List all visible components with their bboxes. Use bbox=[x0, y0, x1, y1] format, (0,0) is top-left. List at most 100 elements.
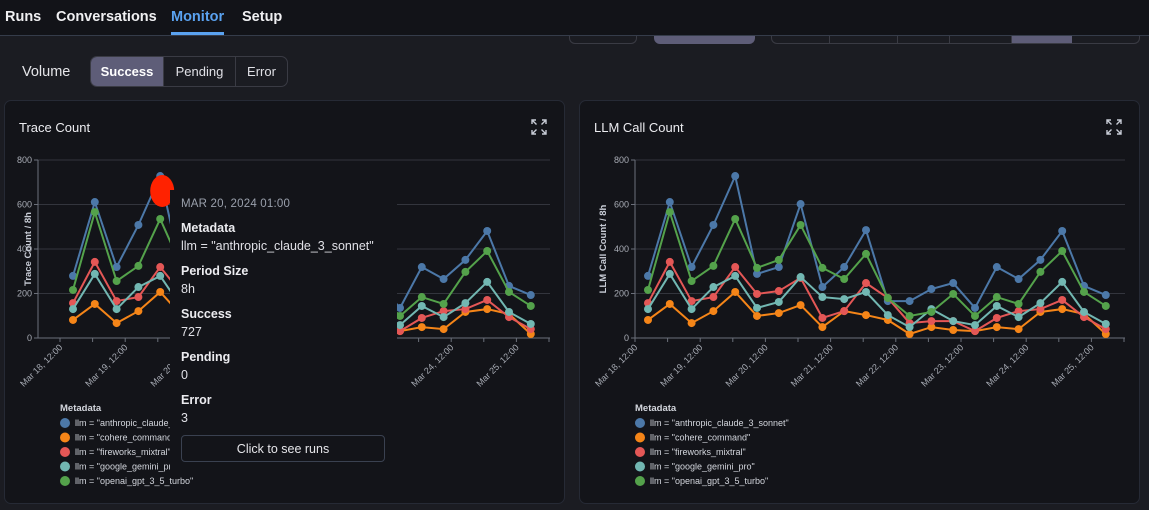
data-point bbox=[1101, 301, 1110, 310]
data-point bbox=[644, 305, 652, 314]
tooltip-key-metadata: Metadata bbox=[181, 221, 236, 235]
data-point bbox=[753, 311, 761, 320]
data-point bbox=[774, 263, 783, 272]
data-point bbox=[905, 297, 914, 306]
data-point bbox=[1080, 287, 1088, 296]
data-point bbox=[992, 313, 1001, 322]
data-point bbox=[731, 271, 740, 280]
data-point bbox=[971, 303, 979, 312]
data-point bbox=[796, 273, 805, 282]
data-point bbox=[905, 323, 914, 332]
legend-title: Metadata bbox=[635, 403, 677, 414]
data-point bbox=[665, 208, 674, 217]
legend-label: llm = "google_gemini_pro" bbox=[650, 462, 755, 472]
x-tick-label: Mar 22, 12:00 bbox=[854, 342, 900, 388]
data-point bbox=[709, 307, 718, 316]
data-point bbox=[709, 261, 718, 270]
data-point bbox=[1101, 319, 1110, 328]
data-point bbox=[927, 285, 936, 294]
x-tick-label: Mar 24, 12:00 bbox=[984, 342, 1030, 388]
data-point bbox=[862, 226, 870, 235]
data-point bbox=[1036, 299, 1045, 308]
data-point bbox=[665, 198, 674, 207]
data-point bbox=[971, 321, 979, 330]
data-point bbox=[992, 293, 1001, 302]
data-point bbox=[753, 263, 761, 272]
y-tick-label: 400 bbox=[614, 244, 629, 254]
data-point bbox=[949, 325, 958, 334]
legend-swatch bbox=[635, 418, 645, 428]
tooltip-key-period: Period Size bbox=[181, 264, 249, 278]
data-point bbox=[709, 283, 718, 292]
data-point bbox=[1058, 295, 1067, 304]
data-point bbox=[1058, 226, 1067, 235]
data-point bbox=[1014, 299, 1023, 308]
data-point bbox=[840, 295, 849, 304]
data-point bbox=[927, 307, 936, 316]
x-tick-label: Mar 20, 12:00 bbox=[723, 342, 769, 388]
legend-label: llm = "fireworks_mixtral" bbox=[650, 447, 746, 457]
data-point bbox=[992, 323, 1001, 332]
data-point bbox=[1101, 291, 1110, 300]
y-axis-label: LLM Call Count / 8h bbox=[598, 204, 609, 293]
data-point bbox=[774, 309, 783, 318]
data-point bbox=[796, 200, 805, 209]
legend-swatch bbox=[635, 432, 645, 443]
data-point bbox=[949, 279, 958, 288]
data-point bbox=[992, 263, 1001, 272]
tooltip-value-period: 8h bbox=[181, 282, 195, 296]
data-point bbox=[687, 277, 696, 286]
y-tick-label: 800 bbox=[614, 155, 629, 165]
data-point bbox=[949, 317, 958, 326]
tooltip-key-success: Success bbox=[181, 307, 232, 321]
data-point bbox=[731, 287, 740, 296]
data-point bbox=[905, 311, 914, 320]
data-point bbox=[862, 279, 870, 288]
data-point bbox=[1014, 325, 1023, 334]
tooltip-value-error: 3 bbox=[181, 411, 188, 425]
data-point bbox=[1014, 275, 1023, 284]
x-tick-label: Mar 18, 12:00 bbox=[593, 342, 639, 388]
data-point bbox=[840, 307, 849, 316]
legend-swatch bbox=[635, 476, 645, 486]
data-point bbox=[644, 285, 652, 294]
data-point bbox=[753, 289, 761, 298]
data-point bbox=[665, 257, 674, 266]
data-point bbox=[731, 214, 740, 223]
data-point bbox=[665, 299, 674, 308]
data-point bbox=[949, 289, 958, 298]
data-point bbox=[862, 311, 870, 320]
legend-label: llm = "cohere_command" bbox=[650, 433, 750, 443]
data-point bbox=[774, 287, 783, 296]
data-point bbox=[774, 297, 783, 306]
legend-swatch bbox=[635, 447, 645, 457]
legend-label: llm = "anthropic_claude_3_sonnet" bbox=[650, 418, 789, 428]
data-point bbox=[709, 220, 718, 229]
data-point bbox=[709, 293, 718, 302]
data-point bbox=[1080, 307, 1088, 316]
data-point bbox=[840, 263, 849, 272]
data-point bbox=[731, 263, 740, 272]
data-point bbox=[905, 329, 914, 338]
data-point bbox=[1058, 305, 1067, 314]
x-tick-label: Mar 25, 12:00 bbox=[1049, 342, 1095, 388]
data-point bbox=[644, 315, 652, 324]
legend-label: llm = "openai_gpt_3_5_turbo" bbox=[650, 476, 768, 486]
data-point bbox=[1036, 255, 1045, 264]
legend-swatch bbox=[635, 461, 645, 472]
data-point bbox=[796, 301, 805, 310]
data-point bbox=[971, 311, 979, 320]
data-point bbox=[840, 275, 849, 284]
data-point bbox=[818, 313, 827, 322]
data-point bbox=[774, 255, 783, 264]
data-point bbox=[687, 319, 696, 328]
data-point bbox=[818, 283, 827, 292]
data-point bbox=[796, 220, 805, 229]
data-point bbox=[883, 311, 892, 320]
x-tick-label: Mar 19, 12:00 bbox=[658, 342, 704, 388]
data-point bbox=[687, 305, 696, 314]
tooltip-value-pending: 0 bbox=[181, 368, 188, 382]
x-tick-label: Mar 21, 12:00 bbox=[789, 342, 835, 388]
data-point bbox=[818, 323, 827, 332]
see-runs-button[interactable]: Click to see runs bbox=[181, 435, 385, 462]
